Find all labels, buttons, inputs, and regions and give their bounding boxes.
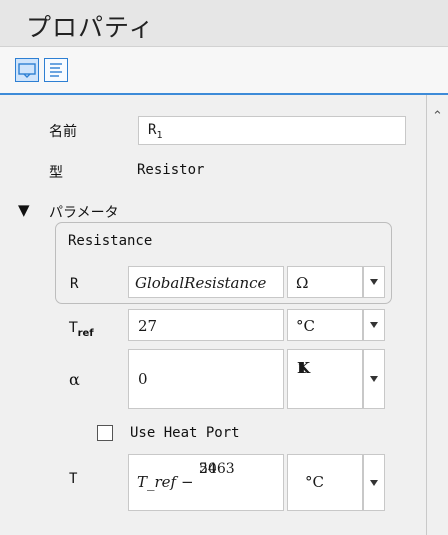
use-heat-port-label: Use Heat Port xyxy=(130,425,240,441)
tref-label: Tref xyxy=(69,320,94,339)
toolbar xyxy=(0,47,448,95)
r-unit-dropdown-icon[interactable] xyxy=(363,266,385,298)
t-value-denominator: 20 xyxy=(199,461,217,477)
t-unit: °C xyxy=(305,473,324,491)
parameters-section-label: パラメータ xyxy=(49,205,119,221)
r-unit: Ω xyxy=(296,274,309,292)
text-view-button[interactable] xyxy=(44,58,68,82)
resistance-group-label: Resistance xyxy=(68,233,153,249)
tref-unit: °C xyxy=(296,317,315,335)
alpha-unit-denominator: K xyxy=(297,359,311,377)
type-value: Resistor xyxy=(137,162,205,178)
name-subscript: 1 xyxy=(156,129,163,141)
r-value: GlobalResistance xyxy=(135,274,267,292)
r-unit-select[interactable]: Ω xyxy=(287,266,363,298)
t-unit-dropdown-icon[interactable] xyxy=(363,454,385,511)
name-label: 名前 xyxy=(49,124,77,140)
type-label: 型 xyxy=(49,165,63,181)
properties-view-button[interactable] xyxy=(15,58,39,82)
alpha-value-input[interactable]: 0 xyxy=(128,349,284,409)
use-heat-port-checkbox[interactable] xyxy=(97,425,113,441)
t-value-input[interactable]: T_ref − 5463 20 xyxy=(128,454,284,511)
alpha-unit-dropdown-icon[interactable] xyxy=(363,349,385,409)
alpha-label: α xyxy=(69,370,80,389)
t-value-operator: − xyxy=(181,473,194,491)
tref-value: 27 xyxy=(138,317,158,335)
r-value-input[interactable]: GlobalResistance xyxy=(128,266,284,298)
title-bar: プロパティ xyxy=(0,0,448,47)
collapse-triangle-icon[interactable]: ▼ xyxy=(18,201,30,219)
name-input[interactable]: R1 xyxy=(138,116,406,145)
r-label: R xyxy=(70,276,79,292)
scroll-up-icon[interactable]: ⌃ xyxy=(432,109,443,124)
tref-label-sub: ref xyxy=(77,327,94,339)
tref-value-input[interactable]: 27 xyxy=(128,309,284,341)
panel-title: プロパティ xyxy=(26,13,155,42)
tref-unit-select[interactable]: °C xyxy=(287,309,363,341)
alpha-value: 0 xyxy=(138,370,148,388)
alpha-unit-select[interactable]: 1 K xyxy=(287,349,363,409)
t-unit-select[interactable]: °C xyxy=(287,454,363,511)
t-value-prefix: T_ref xyxy=(137,473,177,491)
properties-view-icon xyxy=(18,63,36,78)
tref-label-main: T xyxy=(69,320,78,336)
t-label: T xyxy=(69,471,78,487)
text-view-icon xyxy=(50,63,62,77)
scrollbar[interactable]: ⌃ xyxy=(426,95,448,535)
tref-unit-dropdown-icon[interactable] xyxy=(363,309,385,341)
